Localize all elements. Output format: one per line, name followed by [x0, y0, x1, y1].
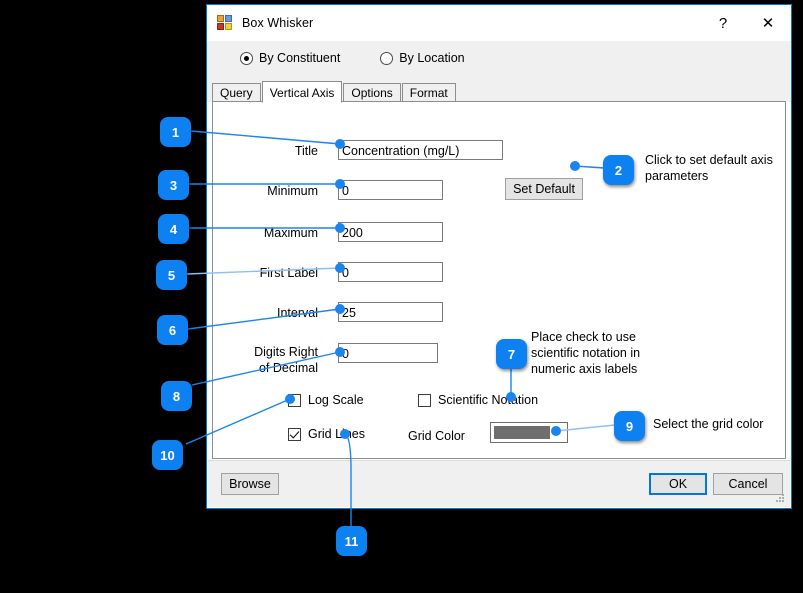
- annotation-leader-lines: [185, 130, 616, 528]
- tab-vertical-axis[interactable]: Vertical Axis: [261, 81, 343, 103]
- screenshot-stage: Box Whisker ? ✕ By Constituent By Locati…: [0, 0, 803, 593]
